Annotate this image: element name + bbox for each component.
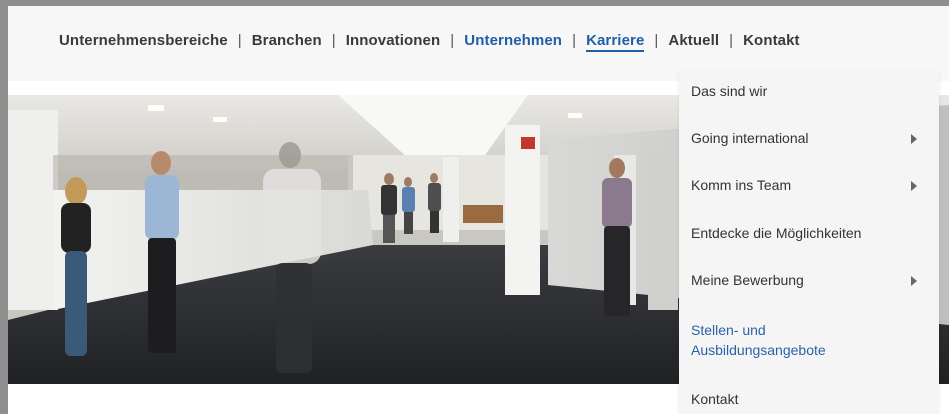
nav-items: Unternehmensbereiche | Branchen | Innovation… <box>59 32 800 52</box>
dropdown-item-label-line1: Stellen- und <box>691 322 766 338</box>
nav-item-unternehmensbereiche[interactable]: Unternehmensbereiche <box>59 32 228 49</box>
dropdown-item-label-line2: Ausbildungsangebote <box>691 342 826 358</box>
nav-separator: | <box>237 32 242 49</box>
nav-separator: | <box>729 32 734 49</box>
emergency-exit-icon <box>521 137 535 149</box>
dropdown-item-going-international[interactable]: Going international <box>691 128 927 148</box>
dropdown-item-label: Going international <box>691 130 809 146</box>
nav-item-aktuell[interactable]: Aktuell <box>668 32 719 49</box>
chevron-right-icon <box>911 134 917 144</box>
dropdown-item-label: Das sind wir <box>691 83 768 99</box>
nav-separator: | <box>331 32 336 49</box>
door <box>648 150 678 310</box>
person-at-door <box>602 158 632 316</box>
nav-item-unternehmen[interactable]: Unternehmen <box>464 32 562 49</box>
dropdown-item-komm-ins-team[interactable]: Komm ins Team <box>691 175 927 195</box>
dropdown-item-label: Komm ins Team <box>691 177 792 193</box>
nav-item-branchen[interactable]: Branchen <box>252 32 322 49</box>
bench <box>463 205 503 223</box>
page-frame: Unternehmensbereiche | Branchen | Innovation… <box>8 6 949 414</box>
dropdown-item-label: Meine Bewerbung <box>691 272 804 288</box>
ceiling-spot <box>213 117 227 122</box>
dropdown-item-entdecke-die-moeglichkeiten[interactable]: Entdecke die Möglichkeiten <box>691 223 927 243</box>
chevron-right-icon <box>911 276 917 286</box>
left-wall <box>8 110 58 310</box>
karriere-dropdown-menu: Das sind wir Going international Komm in… <box>679 70 939 414</box>
person-man-blue-shirt <box>145 151 179 353</box>
person-background <box>381 173 441 243</box>
nav-separator: | <box>654 32 659 49</box>
dropdown-item-das-sind-wir[interactable]: Das sind wir <box>691 81 927 101</box>
dropdown-item-kontakt[interactable]: Kontakt <box>691 389 927 409</box>
nav-separator: | <box>450 32 455 49</box>
chevron-right-icon <box>911 181 917 191</box>
ceiling-spot <box>568 113 582 118</box>
dropdown-item-label: Entdecke die Möglichkeiten <box>691 225 862 241</box>
nav-separator: | <box>572 32 577 49</box>
nav-item-karriere[interactable]: Karriere <box>586 32 645 52</box>
dropdown-item-stellen-und-ausbildungsangebote[interactable]: Stellen- und Ausbildungsangebote <box>691 320 927 360</box>
pillar <box>505 125 540 295</box>
ceiling-spot <box>148 105 164 111</box>
nav-item-innovationen[interactable]: Innovationen <box>346 32 441 49</box>
dropdown-item-label: Kontakt <box>691 391 739 407</box>
nav-item-kontakt[interactable]: Kontakt <box>743 32 800 49</box>
pillar <box>443 157 459 242</box>
person-woman <box>61 177 91 356</box>
dropdown-item-meine-bewerbung[interactable]: Meine Bewerbung <box>691 270 927 290</box>
